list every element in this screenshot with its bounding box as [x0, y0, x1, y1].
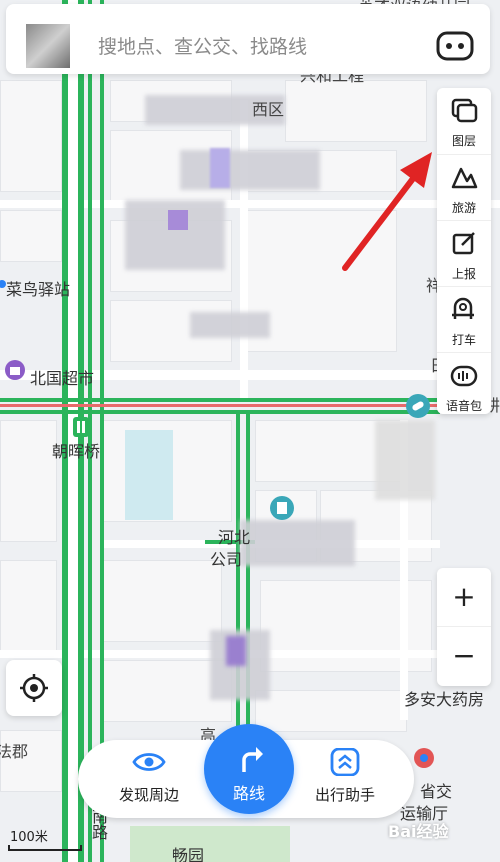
tag-poi-icon[interactable] — [404, 392, 432, 420]
scale-bar — [8, 845, 82, 851]
map-tool-panel: 图层 旅游 上报 打车 语音包 — [437, 88, 491, 414]
taxi-label: 打车 — [451, 333, 476, 347]
layers-button[interactable]: 图层 — [437, 88, 491, 154]
building-poi-icon[interactable] — [268, 494, 296, 522]
route-label: 路线 — [232, 784, 265, 803]
discover-nearby-label: 发现周边 — [118, 786, 179, 804]
map-label-shengjiao: 省交 — [420, 782, 453, 801]
report-button[interactable]: 上报 — [437, 220, 491, 287]
assistant-icon — [330, 747, 360, 777]
map-label-gongsi: 公司 — [210, 550, 243, 569]
map-label-changyuan: 畅园 — [172, 846, 205, 862]
travel-label: 旅游 — [451, 201, 476, 215]
taxi-button[interactable]: 打车 — [437, 286, 491, 353]
taxi-icon — [452, 297, 474, 319]
eye-icon — [132, 753, 166, 771]
map-label-cainiao[interactable]: 菜鸟驿站 — [6, 276, 70, 300]
report-label: 上报 — [451, 267, 476, 281]
travel-icon — [451, 167, 478, 189]
map-label-chaohui-bridge[interactable]: 朝晖桥 — [52, 438, 100, 462]
cainiao-poi-icon — [0, 280, 6, 288]
discover-nearby-button[interactable]: 发现周边 — [104, 748, 194, 805]
zoom-control: + − — [437, 568, 491, 686]
layers-icon — [451, 98, 478, 123]
zoom-in-button[interactable]: + — [437, 568, 491, 626]
voice-pack-icon — [450, 365, 478, 387]
layers-label: 图层 — [451, 134, 476, 148]
travel-assistant-label: 出行助手 — [314, 786, 375, 804]
scale-label: 100米 — [10, 830, 48, 845]
search-placeholder[interactable]: 搜地点、查公交、找路线 — [98, 32, 307, 59]
map-label-left: 法郡 — [0, 742, 29, 761]
supermarket-icon[interactable] — [4, 359, 26, 381]
locate-icon — [20, 674, 48, 702]
map-label-duoan-pharmacy[interactable]: 多安大药房 — [404, 686, 484, 710]
bridge-icon — [73, 417, 89, 437]
zoom-out-button[interactable]: − — [437, 626, 491, 685]
map-label-district: 西区 — [252, 100, 285, 119]
route-turn-icon — [242, 747, 263, 772]
locate-button[interactable] — [6, 660, 62, 716]
map-label-beiguo[interactable]: 北国超市 — [30, 365, 94, 389]
voice-pack-label: 语音包 — [445, 399, 482, 413]
voice-assistant-icon[interactable] — [436, 31, 474, 61]
travel-button[interactable]: 旅游 — [437, 154, 491, 221]
voice-pack-button[interactable]: 语音包 — [437, 352, 491, 419]
gov-poi-icon[interactable] — [412, 746, 436, 770]
travel-assistant-button[interactable]: 出行助手 — [300, 747, 390, 805]
avatar[interactable] — [26, 24, 70, 68]
watermark: Bai经验 — [388, 822, 449, 841]
route-button[interactable]: 路线 — [204, 724, 294, 814]
report-edit-icon — [452, 232, 475, 255]
map-label-hebei: 河北 — [218, 528, 251, 547]
search-bar[interactable]: 搜地点、查公交、找路线 — [6, 4, 490, 74]
